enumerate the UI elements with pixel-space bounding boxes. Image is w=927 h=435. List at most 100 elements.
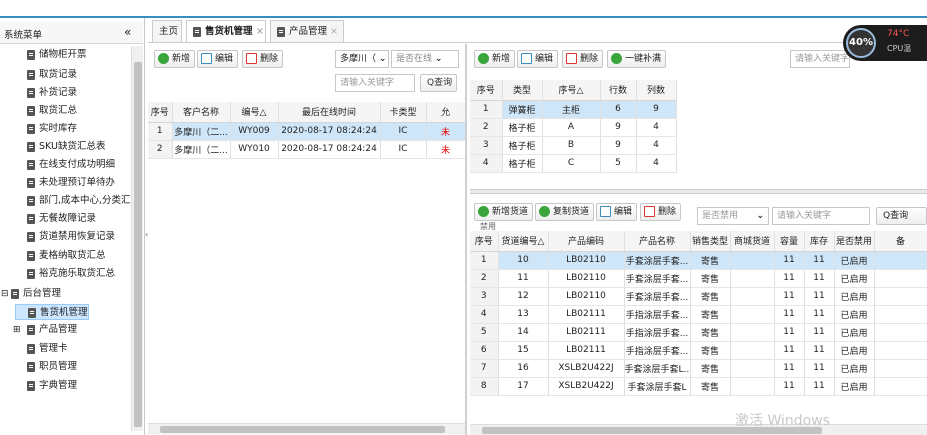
column-header[interactable]: 允: [426, 102, 466, 123]
column-header[interactable]: 编号△: [230, 102, 279, 123]
column-header[interactable]: 库存: [804, 231, 835, 252]
scroll-thumb[interactable]: [160, 426, 445, 433]
online-select[interactable]: 是否在线 ⌄: [391, 50, 459, 68]
copy-lane-button[interactable]: 复制货道: [535, 203, 595, 221]
sidebar-item[interactable]: 补货记录: [15, 85, 77, 101]
column-header[interactable]: 产品名称: [624, 231, 691, 252]
edit-lane-button[interactable]: 编辑: [596, 203, 638, 221]
splitter-handle[interactable]: ‹: [145, 230, 148, 239]
edit-cabinet-button[interactable]: 编辑: [517, 50, 559, 68]
column-header[interactable]: 序号: [470, 231, 499, 252]
column-header[interactable]: 是否禁用: [834, 231, 875, 252]
disabled-select[interactable]: 是否禁用 ⌄: [697, 207, 769, 225]
table-row[interactable]: 1 弹簧柜 主柜 6 9: [470, 100, 677, 119]
column-header[interactable]: 序号: [148, 102, 173, 123]
table-row[interactable]: 4 13 LB02111 手指涂层手套... 寄售 11 11 已启用: [470, 305, 927, 324]
sidebar-item[interactable]: 储物柜开票: [15, 47, 87, 63]
column-header[interactable]: 类型: [502, 80, 543, 101]
column-header[interactable]: 行数: [600, 80, 637, 101]
column-header[interactable]: 销售类型: [690, 231, 731, 252]
sidebar-item[interactable]: 取货记录: [15, 67, 77, 83]
table-row[interactable]: 1 多摩川（二... WY009 2020-08-17 08:24:24 IC 未: [148, 122, 466, 141]
table-cell: 7: [470, 359, 499, 378]
plus-icon: [611, 53, 622, 64]
column-header[interactable]: 卡类型: [380, 102, 427, 123]
collapse-sidebar-button[interactable]: «: [124, 25, 131, 39]
sidebar-item[interactable]: 字典管理: [15, 378, 77, 394]
column-header[interactable]: 容量: [774, 231, 805, 252]
column-header[interactable]: 备: [874, 231, 927, 252]
table-row[interactable]: 2 多摩川（二... WY010 2020-08-17 08:24:24 IC 未: [148, 140, 466, 159]
table-cell: 已启用: [834, 323, 875, 342]
close-icon[interactable]: ×: [256, 26, 264, 37]
table-row[interactable]: 8 17 XSLB2U422J 手套涂层手套L 寄售 11 11 已启用: [470, 377, 927, 396]
sidebar-item[interactable]: 未处理预订单待办: [15, 175, 115, 191]
file-icon: [193, 27, 201, 37]
add-button[interactable]: 新增: [154, 50, 196, 68]
sidebar-item[interactable]: 职员管理: [15, 359, 77, 375]
column-header[interactable]: 序号△: [542, 80, 601, 101]
sidebar-item[interactable]: 取货汇总: [15, 103, 77, 119]
column-header[interactable]: 货道编号△: [498, 231, 549, 252]
add-lane-button[interactable]: 新增货道: [474, 203, 534, 221]
table-row[interactable]: 3 格子柜 B 9 4: [470, 136, 677, 155]
tab-home[interactable]: 主页: [152, 20, 182, 42]
sidebar-scrollbar[interactable]: [131, 46, 143, 431]
table-row[interactable]: 2 11 LB02110 手套涂层手套... 寄售 11 11 已启用: [470, 269, 927, 288]
table-row[interactable]: 2 格子柜 A 9 4: [470, 118, 677, 137]
add-cabinet-button[interactable]: 新增: [474, 50, 516, 68]
table-row[interactable]: 5 14 LB02111 手指涂层手套... 寄售 11 11 已启用: [470, 323, 927, 342]
column-header[interactable]: 列数: [636, 80, 677, 101]
expand-icon[interactable]: ⊞: [13, 322, 21, 338]
column-header[interactable]: 商城货道: [730, 231, 775, 252]
column-header[interactable]: 产品编码: [548, 231, 625, 252]
table-row[interactable]: 3 12 LB02110 手套涂层手套... 寄售 11 11 已启用: [470, 287, 927, 306]
table-cell: 9: [600, 136, 637, 155]
cabinet-search-input[interactable]: 请输入关键字: [790, 50, 850, 68]
collapse-icon[interactable]: ⊟: [1, 286, 9, 302]
table-row[interactable]: 4 格子柜 C 5 4: [470, 154, 677, 173]
lane-hscrollbar[interactable]: [470, 424, 927, 435]
sidebar-item[interactable]: ⊟ 后台管理: [1, 286, 61, 302]
sidebar-item[interactable]: 实时库存: [15, 121, 77, 137]
column-header[interactable]: 序号: [470, 80, 503, 101]
tab-product[interactable]: 产品管理 ×: [270, 20, 344, 42]
delete-cabinet-button[interactable]: 删除: [562, 50, 604, 68]
table-cell: 未: [426, 122, 466, 141]
left-hscrollbar[interactable]: [148, 423, 465, 434]
search-button[interactable]: Q查询: [420, 74, 458, 92]
column-header[interactable]: 客户名称: [172, 102, 231, 123]
sidebar-item[interactable]: 部门,成本中心,分类汇总: [15, 193, 140, 209]
sidebar-item[interactable]: 无餐故障记录: [15, 211, 96, 227]
table-row[interactable]: 6 15 LB02111 手指涂层手套... 寄售 11 11 已启用: [470, 341, 927, 360]
column-header[interactable]: 最后在线时间: [278, 102, 381, 123]
delete-button[interactable]: 删除: [242, 50, 284, 68]
sidebar-item[interactable]: 裕克施乐取货汇总: [15, 266, 115, 282]
area-select[interactable]: 多摩川（ ⌄: [335, 50, 389, 68]
panel-splitter[interactable]: [465, 44, 467, 435]
sidebar-item[interactable]: 货道禁用恢复记录: [15, 229, 115, 245]
fill-all-button[interactable]: 一键补满: [607, 50, 667, 68]
close-icon[interactable]: ×: [330, 26, 338, 37]
sidebar-item[interactable]: ⊞ 产品管理: [13, 322, 77, 338]
horizontal-splitter[interactable]: [470, 189, 927, 194]
sidebar-item[interactable]: 售货机管理: [15, 304, 89, 320]
sidebar-item[interactable]: 在线支付成功明细: [15, 157, 115, 173]
sidebar-scrollbar-thumb[interactable]: [134, 62, 142, 427]
search-input[interactable]: 请输入关键字: [335, 74, 415, 92]
table-cell: 17: [498, 377, 549, 396]
table-cell: 2020-08-17 08:24:24: [278, 122, 381, 141]
lane-search-input[interactable]: 请输入关键字: [772, 207, 870, 225]
lane-search-button[interactable]: Q查询: [876, 207, 927, 225]
sidebar-item[interactable]: SKU缺货汇总表: [15, 139, 105, 155]
table-cell: 8: [470, 377, 499, 396]
tab-vending-machine[interactable]: 售货机管理 ×: [186, 20, 266, 42]
table-cell: 未: [426, 140, 466, 159]
edit-button[interactable]: 编辑: [197, 50, 239, 68]
sidebar-item[interactable]: 管理卡: [15, 341, 68, 357]
table-row[interactable]: 1 10 LB02110 手套涂层手套... 寄售 11 11 已启用: [470, 251, 927, 270]
table-row[interactable]: 7 16 XSLB2U422J 手套涂层手套L... 寄售 11 11 已启用: [470, 359, 927, 378]
chevron-down-icon: ⌄: [756, 211, 764, 221]
sidebar-item[interactable]: 麦格纳取货汇总: [15, 248, 106, 264]
delete-lane-button[interactable]: 删除: [640, 203, 682, 221]
